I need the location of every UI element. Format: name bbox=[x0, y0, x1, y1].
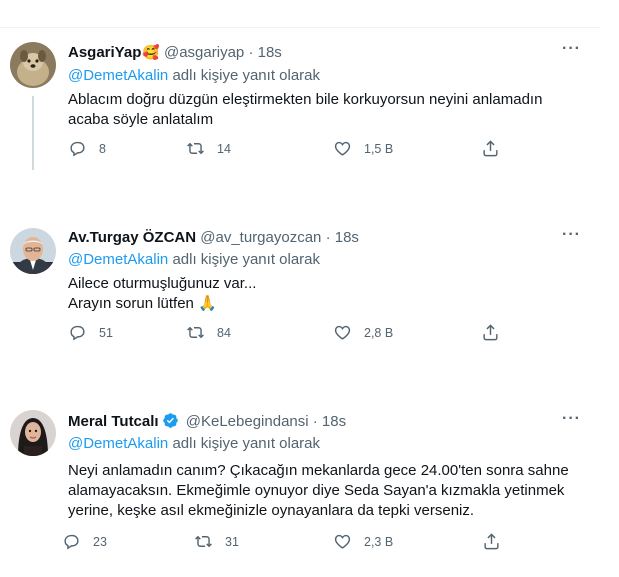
reply-icon bbox=[64, 534, 79, 550]
reply-button[interactable]: 23 bbox=[62, 532, 107, 551]
user-handle[interactable]: @av_turgayozcan bbox=[200, 229, 321, 246]
heart-icon bbox=[334, 141, 351, 156]
tweet-actions: 51 84 2,8 B bbox=[68, 323, 498, 343]
user-handle[interactable]: @asgariyap bbox=[164, 44, 244, 61]
tweet-text: Ablacım doğru düzgün eleştirmekten bile … bbox=[68, 90, 542, 130]
replying-to: @DemetAkalin adlı kişiye yanıt olarak bbox=[68, 250, 320, 270]
replying-suffix: adlı kişiye yanıt olarak bbox=[172, 67, 321, 84]
retweet-count: 31 bbox=[225, 534, 239, 549]
tweet-text-line: Arayın sorun lütfen 🙏 bbox=[68, 295, 217, 312]
avatar-asgariyap[interactable] bbox=[10, 42, 56, 88]
reply-icon bbox=[70, 325, 85, 341]
more-icon[interactable]: ··· bbox=[562, 226, 581, 244]
replying-suffix: adlı kişiye yanıt olarak bbox=[172, 435, 321, 452]
replying-to: @DemetAkalin adlı kişiye yanıt olarak bbox=[68, 66, 320, 86]
tweet-text-line: alamayacaksın. Ekmeğimle oynuyor diye Se… bbox=[68, 482, 565, 499]
share-icon bbox=[483, 140, 498, 157]
display-name[interactable]: Meral Tutcalı bbox=[68, 413, 159, 430]
replying-mention-link[interactable]: @DemetAkalin bbox=[68, 67, 168, 84]
like-count: 2,8 B bbox=[364, 325, 394, 340]
like-count: 1,5 B bbox=[364, 141, 394, 156]
display-name[interactable]: Av.Turgay ÖZCAN bbox=[68, 229, 196, 246]
reply-count: 23 bbox=[93, 534, 107, 549]
share-button[interactable] bbox=[481, 323, 500, 342]
reply-icon bbox=[70, 141, 85, 157]
share-button[interactable] bbox=[481, 139, 500, 158]
like-count: 2,3 B bbox=[364, 534, 394, 549]
tweet-text-line: Neyi anlamadın canım? Çıkacağın mekanlar… bbox=[68, 462, 569, 479]
reply-count: 8 bbox=[99, 141, 106, 156]
tweet-header: Av.Turgay ÖZCAN @av_turgayozcan · 18s bbox=[68, 228, 359, 248]
tweet-header: AsgariYap🥰 @asgariyap · 18s bbox=[68, 42, 282, 63]
display-name[interactable]: AsgariYap bbox=[68, 44, 141, 61]
name-emoji: 🥰 bbox=[142, 44, 160, 60]
tweet-text-line: yerine, keşke asıl ekmeğinizle oynayanla… bbox=[68, 502, 475, 519]
tweet-actions: 23 31 2,3 B bbox=[62, 532, 501, 552]
retweet-icon bbox=[187, 142, 204, 155]
retweet-icon bbox=[187, 326, 204, 339]
retweet-button[interactable]: 84 bbox=[186, 323, 231, 342]
tweet-header: Meral Tutcalı @KeLebegindansi · 18s bbox=[68, 412, 346, 435]
replying-mention-link[interactable]: @DemetAkalin bbox=[68, 251, 168, 268]
reply-count: 51 bbox=[99, 325, 113, 340]
retweet-button[interactable]: 14 bbox=[186, 139, 231, 158]
heart-icon bbox=[334, 325, 351, 340]
tweet-time[interactable]: · 18s bbox=[248, 44, 281, 61]
share-button[interactable] bbox=[482, 532, 501, 551]
share-icon bbox=[483, 324, 498, 341]
avatar-kelebegindansi[interactable] bbox=[10, 410, 56, 456]
tweet-time[interactable]: · 18s bbox=[313, 413, 346, 430]
tweet-actions: 8 14 1,5 B bbox=[68, 139, 498, 159]
tweet-text: Neyi anlamadın canım? Çıkacağın mekanlar… bbox=[68, 461, 569, 521]
tweet-text: Ailece oturmuşluğunuz var... Arayın soru… bbox=[68, 274, 256, 314]
retweet-button[interactable]: 31 bbox=[194, 532, 239, 551]
more-icon[interactable]: ··· bbox=[562, 410, 581, 428]
thread-line bbox=[32, 96, 34, 170]
user-handle[interactable]: @KeLebegindansi bbox=[186, 413, 309, 430]
replying-suffix: adlı kişiye yanıt olarak bbox=[172, 251, 321, 268]
replying-to: @DemetAkalin adlı kişiye yanıt olarak bbox=[68, 434, 320, 454]
retweet-icon bbox=[195, 535, 212, 548]
top-divider bbox=[0, 27, 600, 28]
retweet-count: 84 bbox=[217, 325, 231, 340]
tweet-time[interactable]: · 18s bbox=[326, 229, 359, 246]
heart-icon bbox=[334, 534, 351, 549]
like-button[interactable]: 1,5 B bbox=[333, 139, 393, 158]
like-button[interactable]: 2,3 B bbox=[333, 532, 393, 551]
tweet-text-line: Ablacım doğru düzgün eleştirmekten bile … bbox=[68, 91, 543, 108]
reply-button[interactable]: 8 bbox=[68, 139, 106, 158]
tweet-text-line: Ailece oturmuşluğunuz var... bbox=[68, 275, 257, 292]
tweet-text-line: acaba söyle anlatalım bbox=[68, 111, 214, 128]
verified-badge-icon bbox=[162, 412, 179, 435]
share-icon bbox=[484, 533, 499, 550]
retweet-count: 14 bbox=[217, 141, 231, 156]
like-button[interactable]: 2,8 B bbox=[333, 323, 393, 342]
reply-button[interactable]: 51 bbox=[68, 323, 113, 342]
replying-mention-link[interactable]: @DemetAkalin bbox=[68, 435, 168, 452]
more-icon[interactable]: ··· bbox=[562, 40, 581, 58]
avatar-av-turgayozcan[interactable] bbox=[10, 228, 56, 274]
